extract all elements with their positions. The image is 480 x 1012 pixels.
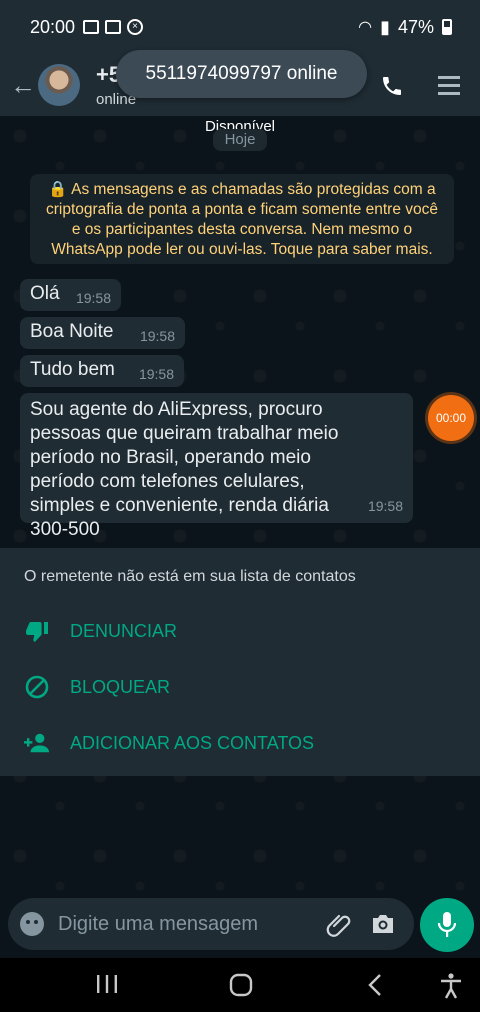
message-placeholder: Digite uma mensagem [58,912,259,935]
message-input[interactable]: Digite uma mensagem [8,898,414,950]
add-contact-icon [24,730,50,756]
attachment-icon[interactable] [326,912,352,943]
message-time: 19:58 [367,498,403,514]
add-contact-label: ADICIONAR AOS CONTATOS [70,732,315,753]
unknown-sender-sheet: O remetente não está em sua lista de con… [0,548,480,776]
thumbs-down-icon [24,618,50,644]
composer: Digite uma mensagem [0,892,480,958]
video-icon [105,20,122,34]
message-bubble[interactable]: Sou agente do AliExpress, procuro pessoa… [20,393,413,540]
message-time: 19:58 [138,366,174,382]
message-text: Olá [30,283,60,304]
lock-icon: 🔒 [48,181,68,198]
blocked-icon: × [127,19,144,35]
message-bubble[interactable]: Boa Noite 19:58 [20,317,185,349]
date-chip: Hoje [213,129,267,151]
recent-apps-icon[interactable] [96,973,118,1000]
microphone-button[interactable] [420,898,474,952]
message-bubble[interactable]: Tudo bem 19:58 [20,355,184,387]
status-bar: 20:00 × ◠ ▮ 47% [0,0,480,54]
home-icon[interactable] [229,973,253,1002]
accessibility-icon[interactable] [440,973,462,1004]
report-button[interactable]: DENUNCIAR [24,613,177,649]
system-nav-bar [0,958,480,1012]
block-button[interactable]: BLOQUEAR [24,669,170,705]
battery-percent: 47% [397,16,434,37]
recording-timer[interactable]: 00:00 [428,395,474,441]
message-bubble[interactable]: Olá 19:58 [20,279,121,311]
status-time: 20:00 [30,16,76,37]
laptop-icon [83,20,100,34]
back-arrow-icon[interactable]: ← [6,70,40,101]
microphone-icon [437,912,457,937]
unknown-sender-info: O remetente não está em sua lista de con… [24,568,356,585]
emoji-icon[interactable] [20,912,44,936]
phone-call-icon[interactable] [380,74,402,96]
block-icon [24,674,50,700]
wifi-icon: ◠ [358,19,373,36]
menu-icon[interactable] [438,73,460,97]
message-text: Boa Noite [30,321,114,342]
avatar[interactable] [38,64,80,106]
report-label: DENUNCIAR [70,620,178,641]
contact-toast: 5511974099797 online [116,50,367,98]
signal-icon: ▮ [380,16,390,37]
message-text: Sou agente do AliExpress, procuro pessoa… [30,399,339,540]
message-time: 19:58 [75,290,111,306]
message-text: Tudo bem [30,359,115,380]
battery-icon [442,19,452,35]
back-icon[interactable] [366,973,384,1002]
add-contact-button[interactable]: ADICIONAR AOS CONTATOS [24,725,314,761]
camera-icon[interactable] [370,912,396,941]
message-time: 19:58 [139,328,175,344]
encryption-notice[interactable]: 🔒 As mensagens e as chamadas são protegi… [30,174,454,264]
block-label: BLOQUEAR [70,676,171,697]
